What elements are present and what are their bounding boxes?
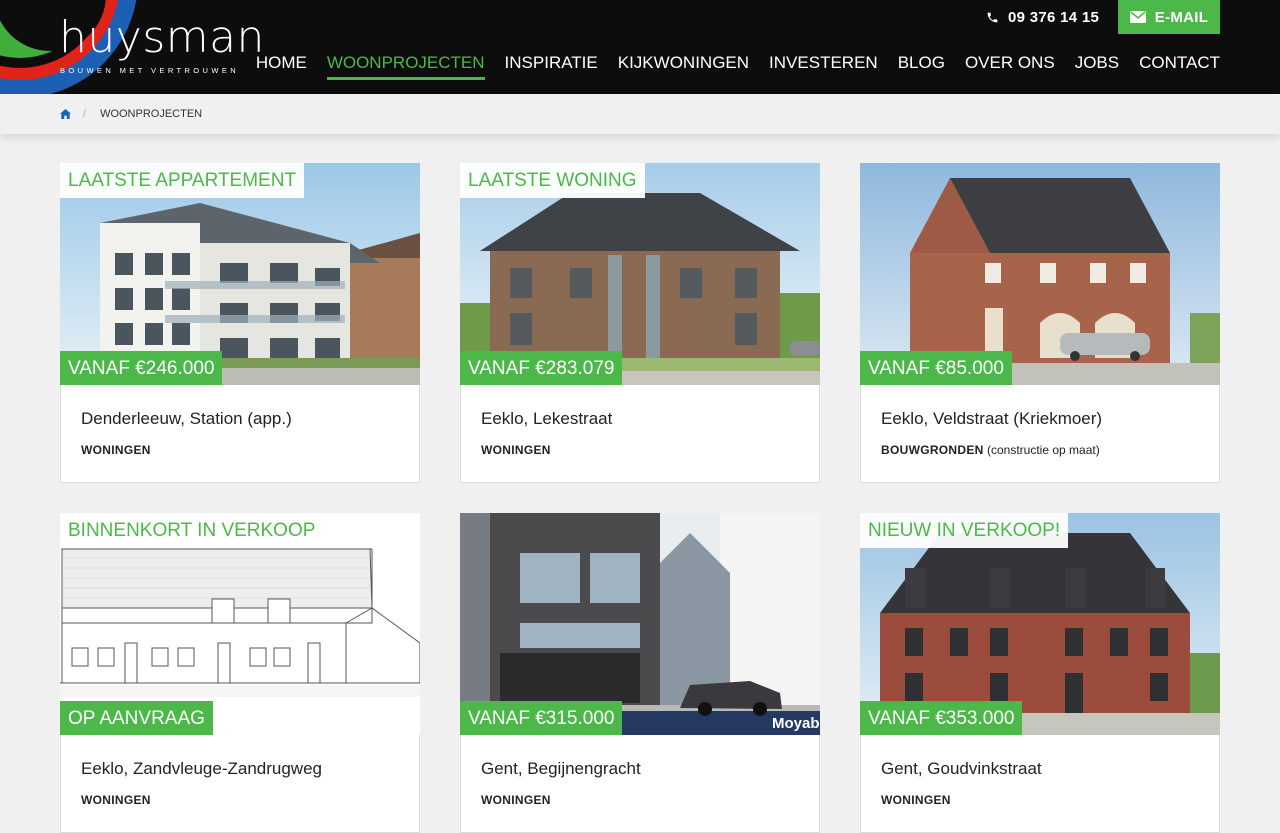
project-card[interactable]: BINNENKORT IN VERKOOP OP AANVRAAG Eeklo,… [60, 513, 420, 833]
project-card[interactable]: VANAF €85.000 Eeklo, Veldstraat (Kriekmo… [860, 163, 1220, 483]
project-category: WONINGEN [481, 443, 551, 457]
home-icon[interactable] [60, 109, 71, 119]
breadcrumb-separator: / [83, 108, 87, 120]
status-badge: NIEUW IN VERKOOP! [860, 513, 1069, 548]
breadcrumb-current: WOONPROJECTEN [100, 108, 203, 120]
price-badge: VANAF €353.000 [860, 701, 1023, 735]
project-category: WONINGEN [81, 793, 151, 807]
project-card[interactable]: LAATSTE WONING VANAF €283.079 Eeklo, Lek… [460, 163, 820, 483]
email-button[interactable]: E-MAIL [1118, 0, 1220, 34]
email-label: E-MAIL [1154, 8, 1209, 26]
nav-jobs[interactable]: JOBS [1075, 52, 1119, 80]
project-category: WONINGEN [81, 443, 151, 457]
project-category: WONINGEN [881, 793, 951, 807]
phone-link[interactable]: 09 376 14 15 [986, 6, 1099, 28]
nav-home[interactable]: HOME [256, 52, 307, 80]
project-title[interactable]: Eeklo, Zandvleuge-Zandrugweg [81, 759, 322, 779]
status-badge: LAATSTE WONING [460, 163, 645, 198]
project-category: BOUWGRONDEN (constructie op maat) [881, 443, 1100, 457]
moyabe-watermark: Moyabe [772, 715, 820, 732]
project-title[interactable]: Denderleeuw, Station (app.) [81, 409, 292, 429]
envelope-icon [1129, 11, 1146, 23]
category-label: WONINGEN [481, 443, 551, 457]
category-note: (constructie op maat) [986, 443, 1100, 457]
category-label: WONINGEN [881, 793, 951, 807]
nav-kijkwoningen[interactable]: KIJKWONINGEN [618, 52, 749, 80]
project-card[interactable]: NIEUW IN VERKOOP! VANAF €353.000 Gent, G… [860, 513, 1220, 833]
category-label: WONINGEN [481, 793, 551, 807]
price-badge: VANAF €283.079 [460, 351, 623, 385]
project-title[interactable]: Eeklo, Veldstraat (Kriekmoer) [881, 409, 1102, 429]
price-badge: OP AANVRAAG [60, 701, 213, 735]
nav-woonprojecten[interactable]: WOONPROJECTEN [326, 52, 485, 80]
project-category: WONINGEN [481, 793, 551, 807]
category-label: WONINGEN [81, 443, 151, 457]
nav-investeren[interactable]: INVESTEREN [769, 52, 878, 80]
project-title[interactable]: Gent, Goudvinkstraat [881, 759, 1042, 779]
price-badge: VANAF €315.000 [460, 701, 623, 735]
nav-blog[interactable]: BLOG [898, 52, 945, 80]
nav-over-ons[interactable]: OVER ONS [965, 52, 1055, 80]
category-label: BOUWGRONDEN [881, 443, 984, 457]
category-label: WONINGEN [81, 793, 151, 807]
status-badge: LAATSTE APPARTEMENT [60, 163, 305, 198]
price-badge: VANAF €85.000 [860, 351, 1012, 385]
project-card[interactable]: LAATSTE APPARTEMENT VANAF €246.000 Dende… [60, 163, 420, 483]
nav-contact[interactable]: CONTACT [1139, 52, 1220, 80]
phone-icon [987, 12, 998, 22]
site-header: huysman BOUWEN MET VERTROUWEN 09 376 14 … [0, 0, 1280, 94]
phone-number: 09 376 14 15 [1008, 8, 1100, 26]
project-title[interactable]: Eeklo, Lekestraat [481, 409, 612, 429]
price-badge: VANAF €246.000 [60, 351, 223, 385]
brand-tagline: BOUWEN MET VERTROUWEN [60, 66, 240, 75]
project-card[interactable]: Moyabe VANAF €315.000 Gent, Begijnengrac… [460, 513, 820, 833]
breadcrumb: / WOONPROJECTEN [0, 94, 1280, 134]
main-nav: HOME WOONPROJECTEN INSPIRATIE KIJKWONING… [256, 52, 1220, 80]
status-badge: BINNENKORT IN VERKOOP [60, 513, 324, 548]
nav-inspiratie[interactable]: INSPIRATIE [505, 52, 598, 80]
project-title[interactable]: Gent, Begijnengracht [481, 759, 641, 779]
brand-name[interactable]: huysman [59, 8, 265, 68]
